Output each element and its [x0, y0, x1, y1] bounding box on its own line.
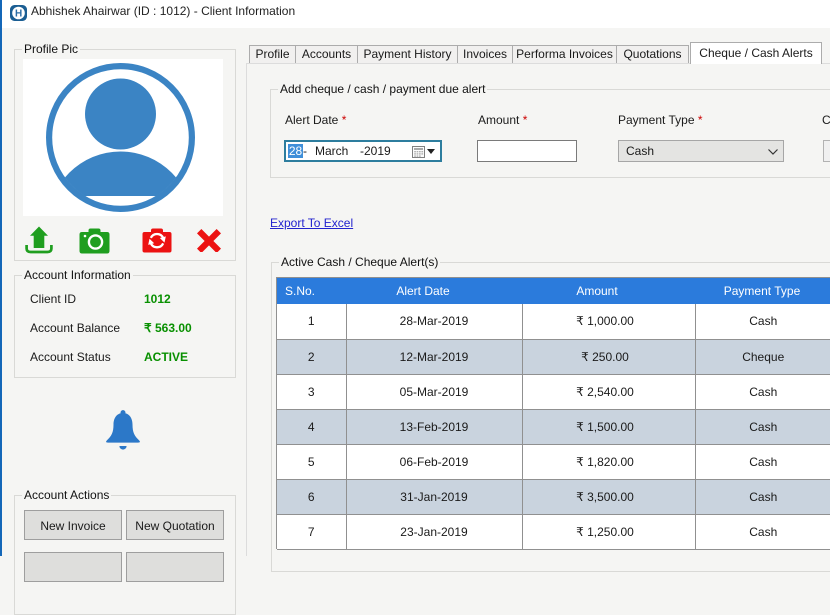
svg-text:H: H: [15, 9, 22, 20]
